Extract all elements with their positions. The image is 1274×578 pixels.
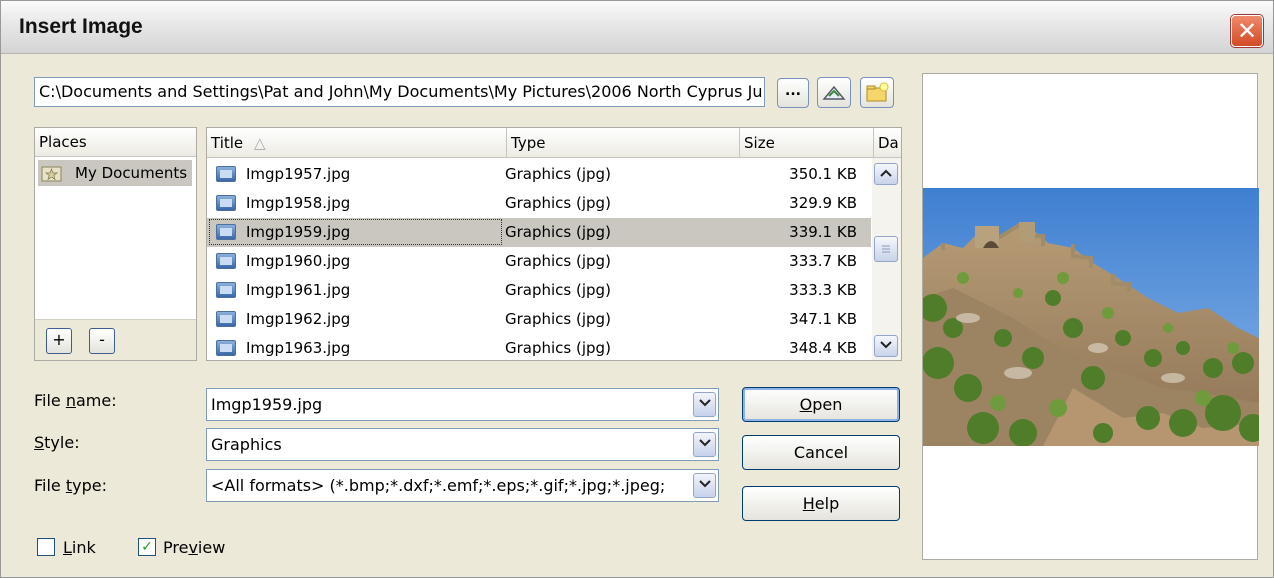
new-folder-icon [866,82,889,102]
scroll-thumb[interactable] [874,236,898,262]
file-type: Graphics (jpg) [505,310,611,328]
file-type-value: <All formats> (*.bmp;*.dxf;*.emf;*.eps;*… [211,476,666,495]
sort-ascending-icon: △ [253,134,266,152]
grip-icon [882,245,890,253]
file-size: 347.1 KB [789,310,857,328]
close-button[interactable]: ✕ [1231,15,1263,47]
up-one-level-button[interactable] [817,77,851,108]
image-file-icon [216,340,236,356]
file-name-label: File name: [34,391,117,410]
open-button[interactable]: Open [742,387,900,422]
castle-photo [923,188,1259,446]
file-type: Graphics (jpg) [505,165,611,183]
cancel-button[interactable]: Cancel [742,435,900,470]
chevron-down-icon [880,341,892,349]
chevron-down-icon [698,439,711,447]
file-name: Imgp1961.jpg [246,281,351,299]
places-header: Places [35,128,196,157]
file-name: Imgp1962.jpg [246,310,351,328]
file-name-dropdown-button[interactable] [693,392,716,417]
link-label[interactable]: Link [63,538,96,557]
file-size: 339.1 KB [789,223,857,241]
scroll-down-button[interactable] [874,335,898,357]
file-row[interactable]: Imgp1962.jpg Graphics (jpg) 347.1 KB [207,305,871,334]
style-label: Style: [34,433,80,452]
file-type: Graphics (jpg) [505,339,611,357]
file-size: 333.3 KB [789,281,857,299]
column-header-date[interactable]: Da [874,128,901,158]
remove-place-button[interactable]: - [89,328,115,354]
file-list: Title △ Type Size Da Imgp1957.jpg Graphi… [206,127,902,361]
file-name: Imgp1958.jpg [246,194,351,212]
style-dropdown-button[interactable] [693,432,716,457]
file-row[interactable]: Imgp1960.jpg Graphics (jpg) 333.7 KB [207,247,871,276]
link-checkbox[interactable] [37,538,55,556]
file-name-combobox[interactable]: Imgp1959.jpg [206,388,719,421]
file-row[interactable]: Imgp1963.jpg Graphics (jpg) 348.4 KB [207,334,871,360]
browse-button[interactable]: ... [777,78,809,108]
image-file-icon [216,282,236,298]
image-file-icon [216,311,236,327]
file-row[interactable]: Imgp1957.jpg Graphics (jpg) 350.1 KB [207,160,871,189]
title-bar[interactable]: Insert Image ✕ [1,1,1273,54]
file-row[interactable]: Imgp1958.jpg Graphics (jpg) 329.9 KB [207,189,871,218]
file-row-selected[interactable]: Imgp1959.jpg Graphics (jpg) 339.1 KB [207,218,871,247]
image-file-icon [216,253,236,269]
file-type: Graphics (jpg) [505,252,611,270]
image-preview-panel [922,73,1259,560]
preview-checkbox[interactable]: ✓ [138,538,156,556]
file-type: Graphics (jpg) [505,223,611,241]
image-file-icon [216,195,236,211]
file-size: 350.1 KB [789,165,857,183]
scroll-up-button[interactable] [874,163,898,185]
style-value: Graphics [211,435,282,454]
new-folder-button[interactable] [860,77,894,108]
folder-star-icon [41,166,62,182]
image-file-icon [216,166,236,182]
column-header-size[interactable]: Size [740,128,874,158]
help-button[interactable]: Help [742,486,900,521]
file-list-scrollbar[interactable] [872,158,901,360]
place-item-label: My Documents [75,164,188,182]
file-size: 348.4 KB [789,339,857,357]
column-title-label: Title [211,134,244,152]
add-place-button[interactable]: + [46,328,72,354]
chevron-up-icon [880,169,892,177]
file-row[interactable]: Imgp1961.jpg Graphics (jpg) 333.3 KB [207,276,871,305]
window-title: Insert Image [19,15,143,38]
file-name-input[interactable]: Imgp1959.jpg [211,395,322,414]
place-item-my-documents[interactable]: My Documents [38,160,192,186]
preview-label[interactable]: Preview [163,538,225,557]
file-size: 329.9 KB [789,194,857,212]
chevron-down-icon [698,399,711,407]
style-combobox[interactable]: Graphics [206,428,719,461]
chevron-down-icon [698,480,711,488]
path-field[interactable]: C:\Documents and Settings\Pat and John\M… [34,77,765,107]
insert-image-dialog: Insert Image ✕ C:\Documents and Settings… [0,0,1274,578]
column-header-title[interactable]: Title △ [207,128,507,158]
file-type-label: File type: [34,476,107,495]
file-type: Graphics (jpg) [505,194,611,212]
file-type-combobox[interactable]: <All formats> (*.bmp;*.dxf;*.emf;*.eps;*… [206,469,719,502]
file-type: Graphics (jpg) [505,281,611,299]
column-header-type[interactable]: Type [507,128,740,158]
file-name: Imgp1957.jpg [246,165,351,183]
image-file-icon [216,224,236,240]
file-name: Imgp1960.jpg [246,252,351,270]
places-controls: + - [35,319,196,360]
file-type-dropdown-button[interactable] [693,473,716,498]
file-name: Imgp1963.jpg [246,339,351,357]
up-folder-icon [822,85,846,100]
places-panel: Places My Documents + - [34,127,197,361]
file-size: 333.7 KB [789,252,857,270]
file-name: Imgp1959.jpg [246,223,351,241]
